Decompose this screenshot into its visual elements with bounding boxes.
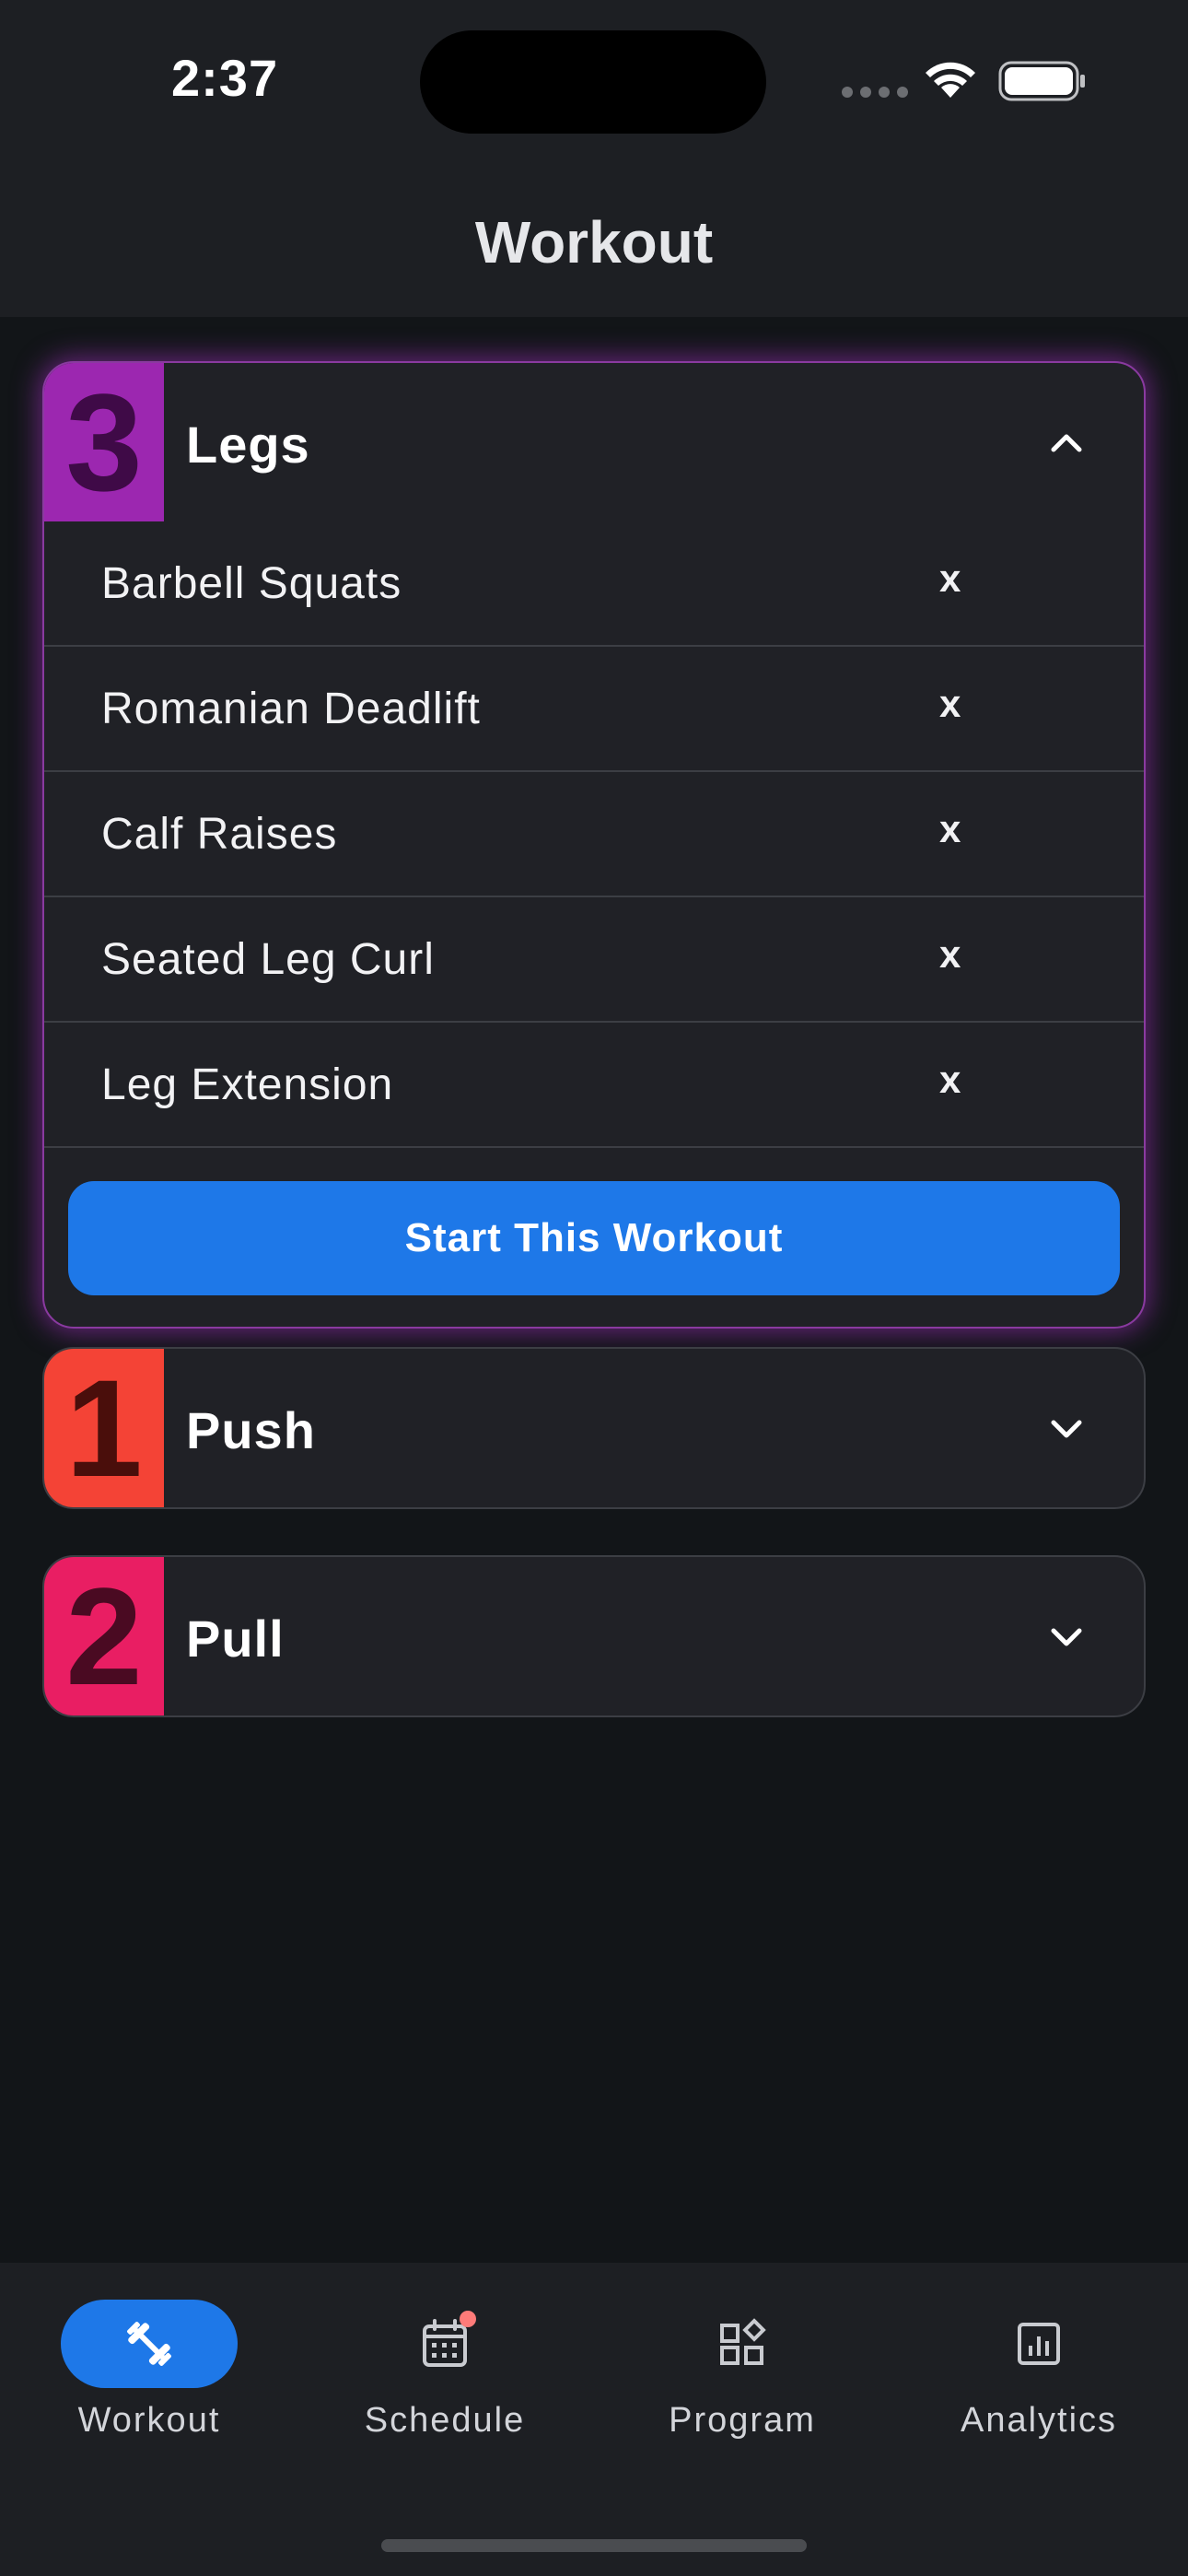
exercise-row: Barbell Squats x (44, 521, 1144, 647)
exercise-list: Barbell Squats x Romanian Deadlift x Cal… (44, 521, 1144, 1148)
exercise-row: Calf Raises x (44, 772, 1144, 897)
nav-analytics[interactable]: Analytics (928, 2300, 1149, 2456)
exercise-name: Romanian Deadlift (101, 685, 481, 733)
chevron-down-icon[interactable] (1044, 1406, 1089, 1450)
exercise-name: Calf Raises (101, 810, 338, 859)
cellular-signal-icon (842, 87, 908, 98)
nav-label: Schedule (364, 2401, 526, 2440)
workout-card-push[interactable]: 1 Push (42, 1347, 1146, 1509)
day-number-badge: 1 (44, 1349, 164, 1507)
analytics-icon (1018, 2323, 1060, 2365)
nav-label: Program (669, 2401, 816, 2440)
nav-workout[interactable]: Workout (39, 2300, 260, 2456)
widgets-icon (720, 2318, 766, 2365)
nav-icon-container (950, 2300, 1127, 2388)
exercise-row: Seated Leg Curl x (44, 897, 1144, 1023)
workout-card-legs: 3 Legs Barbell Squats x Romanian Deadlif… (42, 361, 1146, 1329)
workout-card-pull[interactable]: 2 Pull (42, 1555, 1146, 1717)
remove-exercise-button[interactable]: x (939, 932, 961, 977)
exercise-row: Romanian Deadlift x (44, 647, 1144, 772)
exercise-name: Barbell Squats (101, 559, 402, 608)
battery-icon (998, 61, 1085, 101)
card-title: Legs (186, 416, 310, 474)
dumbbell-icon (127, 2322, 171, 2366)
exercise-row: Leg Extension x (44, 1023, 1144, 1148)
day-number: 3 (65, 365, 143, 520)
nav-icon-container (654, 2300, 831, 2388)
remove-exercise-button[interactable]: x (939, 807, 961, 851)
remove-exercise-button[interactable]: x (939, 556, 961, 601)
chevron-up-icon[interactable] (1044, 420, 1089, 464)
card-header-pull[interactable]: 2 Pull (44, 1557, 1144, 1715)
nav-label: Analytics (960, 2401, 1118, 2440)
nav-schedule[interactable]: Schedule (334, 2300, 555, 2456)
day-number-badge: 3 (44, 363, 164, 521)
notification-dot (460, 2311, 476, 2327)
nav-icon-container (356, 2300, 533, 2388)
nav-program[interactable]: Program (632, 2300, 853, 2456)
nav-label: Workout (77, 2401, 221, 2440)
status-time: 2:37 (171, 49, 279, 107)
dynamic-island (420, 30, 766, 134)
exercise-name: Seated Leg Curl (101, 935, 435, 984)
card-title: Pull (186, 1610, 285, 1668)
day-number-badge: 2 (44, 1557, 164, 1715)
home-indicator[interactable] (381, 2539, 807, 2552)
remove-exercise-button[interactable]: x (939, 1058, 961, 1102)
exercise-name: Leg Extension (101, 1060, 394, 1109)
chevron-down-icon[interactable] (1044, 1614, 1089, 1658)
page-title: Workout (474, 209, 714, 275)
card-header-push[interactable]: 1 Push (44, 1349, 1144, 1507)
day-number: 2 (65, 1559, 143, 1714)
remove-exercise-button[interactable]: x (939, 682, 961, 726)
day-number: 1 (65, 1351, 143, 1505)
top-bar: 2:37 Workout (0, 0, 1188, 317)
nav-indicator (61, 2300, 238, 2388)
wifi-icon (926, 62, 975, 98)
bottom-navigation: Workout Schedule Program Analytics (0, 2263, 1188, 2576)
card-header-legs[interactable]: 3 Legs (44, 363, 1144, 521)
start-workout-button[interactable]: Start This Workout (68, 1181, 1120, 1295)
card-title: Push (186, 1401, 316, 1459)
